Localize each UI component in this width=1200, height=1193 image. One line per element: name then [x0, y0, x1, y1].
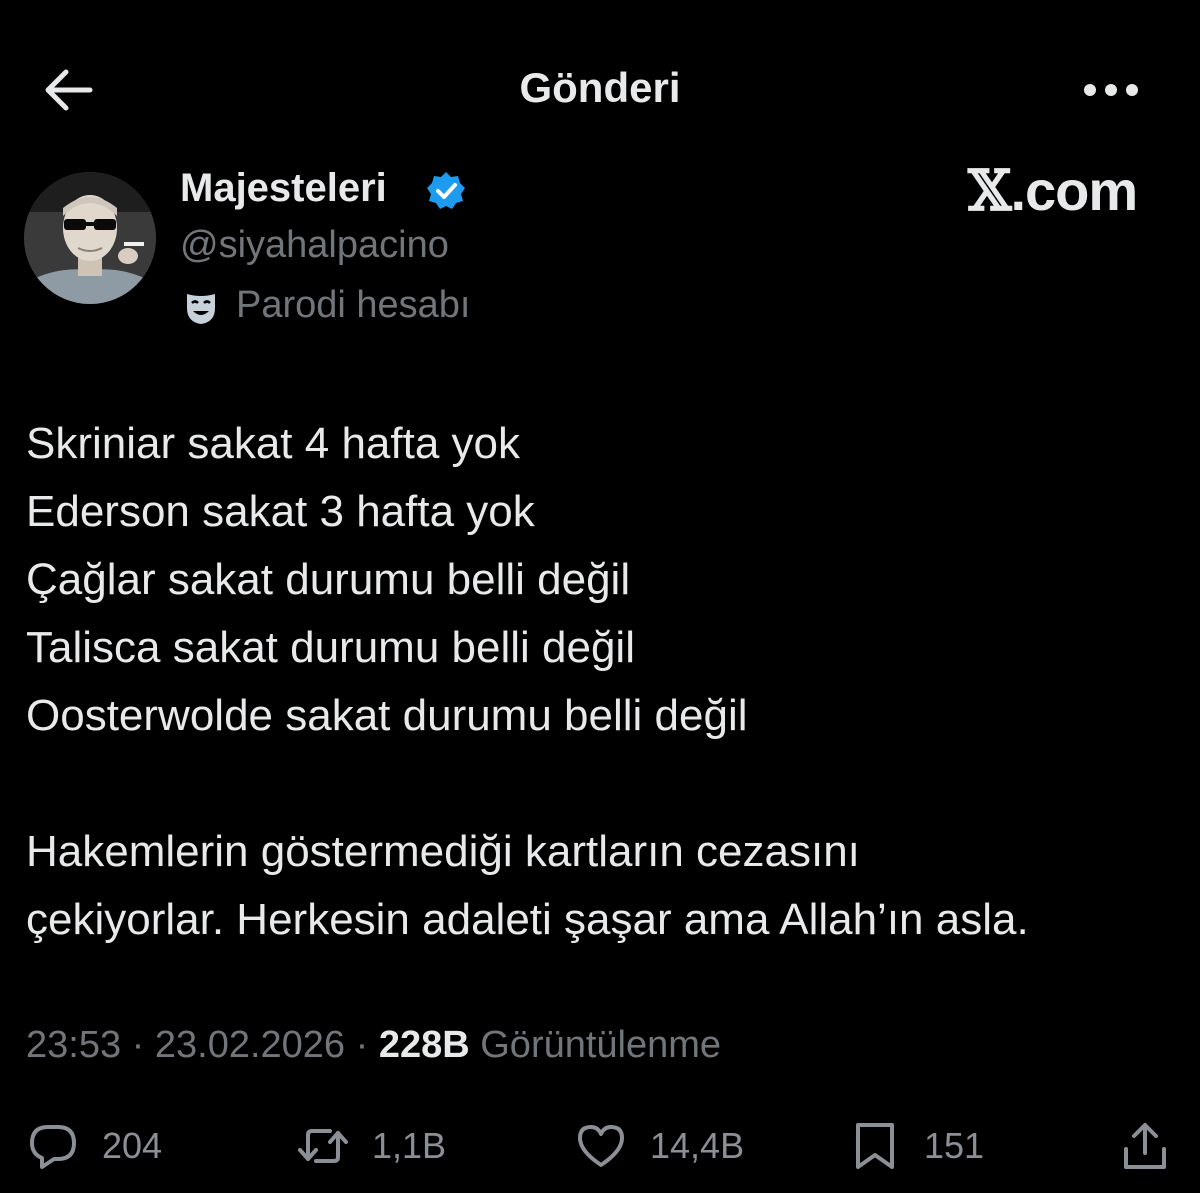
avatar-image — [24, 172, 156, 304]
heart-icon — [578, 1125, 624, 1167]
repost-icon — [298, 1129, 348, 1163]
tweet-line: Ederson sakat 3 hafta yok — [26, 487, 535, 536]
watermark-domain: .com — [1010, 159, 1138, 222]
tweet-line: Çağlar sakat durumu belli değil — [26, 555, 631, 604]
tweet-meta: 23:53 · 23.02.2026 · 228B Görüntülenme — [26, 1024, 721, 1067]
share-icon — [1124, 1123, 1166, 1169]
more-options-button[interactable] — [1080, 76, 1142, 104]
author-handle[interactable]: @siyahalpacino — [180, 224, 449, 267]
views-label: Görüntülenme — [480, 1024, 722, 1066]
verified-badge-icon — [427, 172, 465, 209]
bookmark-icon — [856, 1123, 894, 1169]
reply-icon — [30, 1125, 76, 1169]
tweet-line: Oosterwolde sakat durumu belli değil — [26, 691, 748, 740]
tweet-date[interactable]: 23.02.2026 — [155, 1024, 345, 1066]
tweet-line: Talisca sakat durumu belli değil — [26, 623, 635, 672]
bookmark-count: 151 — [924, 1125, 985, 1166]
like-button[interactable]: 14,4B — [574, 1118, 744, 1174]
views-count: 228B — [378, 1024, 470, 1066]
tweet-line: çekiyorlar. Herkesin adaleti şaşar ama A… — [26, 895, 1029, 944]
page-title: Gönderi — [519, 64, 681, 111]
tweet-line: Hakemlerin göstermediği kartların cezası… — [26, 827, 860, 876]
theater-mask-icon — [187, 294, 215, 324]
tweet-text: Skriniar sakat 4 hafta yok Ederson sakat… — [26, 410, 1176, 954]
share-button[interactable] — [1118, 1118, 1172, 1174]
more-horizontal-icon — [1084, 84, 1138, 96]
x-com-watermark: 𝕏.com — [968, 158, 1138, 224]
author-avatar[interactable] — [24, 172, 156, 304]
reply-count: 204 — [102, 1125, 163, 1166]
repost-button[interactable]: 1,1B — [296, 1118, 446, 1174]
meta-separator: · — [131, 1024, 145, 1066]
like-count: 14,4B — [650, 1125, 745, 1166]
x-logo: 𝕏 — [968, 158, 1011, 224]
tweet-line: Skriniar sakat 4 hafta yok — [26, 419, 521, 468]
reply-button[interactable]: 204 — [26, 1118, 162, 1174]
top-bar: Gönderi — [0, 0, 1200, 180]
meta-separator: · — [355, 1024, 369, 1066]
bookmark-button[interactable]: 151 — [848, 1118, 984, 1174]
repost-count: 1,1B — [372, 1125, 447, 1166]
author-display-name[interactable]: Majesteleri — [180, 166, 387, 211]
action-bar: 204 1,1B 14,4B 151 — [0, 1110, 1200, 1182]
tweet-time[interactable]: 23:53 — [26, 1024, 121, 1066]
parody-account-label: Parodi hesabı — [236, 284, 471, 326]
